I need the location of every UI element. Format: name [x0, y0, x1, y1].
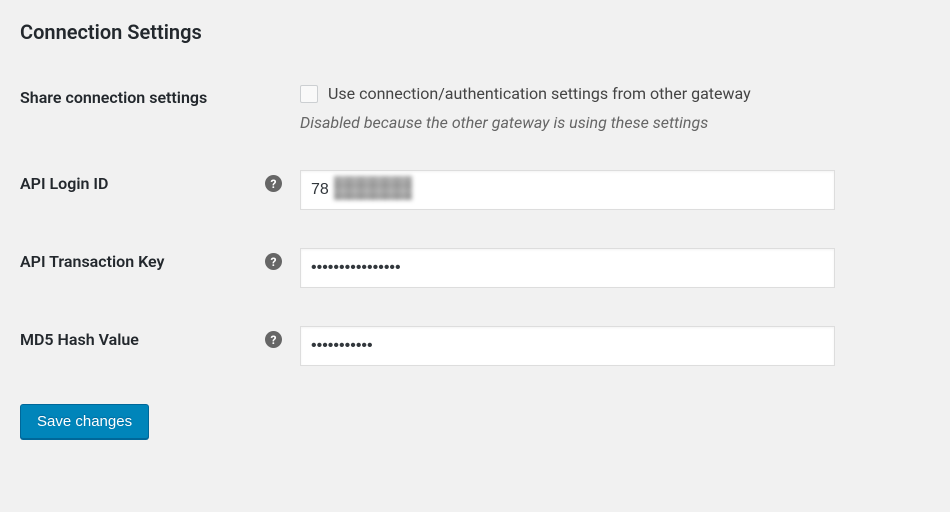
help-icon[interactable]: ?: [265, 253, 282, 270]
api-txn-key-label: API Transaction Key: [20, 252, 165, 271]
help-icon[interactable]: ?: [265, 331, 282, 348]
share-settings-hint: Disabled because the other gateway is us…: [300, 113, 835, 132]
help-icon[interactable]: ?: [265, 175, 282, 192]
api-txn-key-input[interactable]: [300, 248, 835, 288]
api-txn-key-row: API Transaction Key ?: [20, 248, 930, 288]
save-button[interactable]: Save changes: [20, 404, 149, 439]
api-login-row: API Login ID ?: [20, 170, 930, 210]
api-login-input[interactable]: [300, 170, 835, 210]
md5-hash-row: MD5 Hash Value ?: [20, 326, 930, 366]
md5-hash-input[interactable]: [300, 326, 835, 366]
section-title: Connection Settings: [20, 20, 930, 44]
api-login-label: API Login ID: [20, 174, 108, 193]
share-settings-row: Share connection settings Use connection…: [20, 84, 930, 132]
share-settings-checkbox[interactable]: [300, 85, 318, 103]
md5-hash-label: MD5 Hash Value: [20, 330, 139, 349]
share-settings-checkbox-label: Use connection/authentication settings f…: [328, 84, 751, 103]
share-settings-label: Share connection settings: [20, 88, 207, 107]
